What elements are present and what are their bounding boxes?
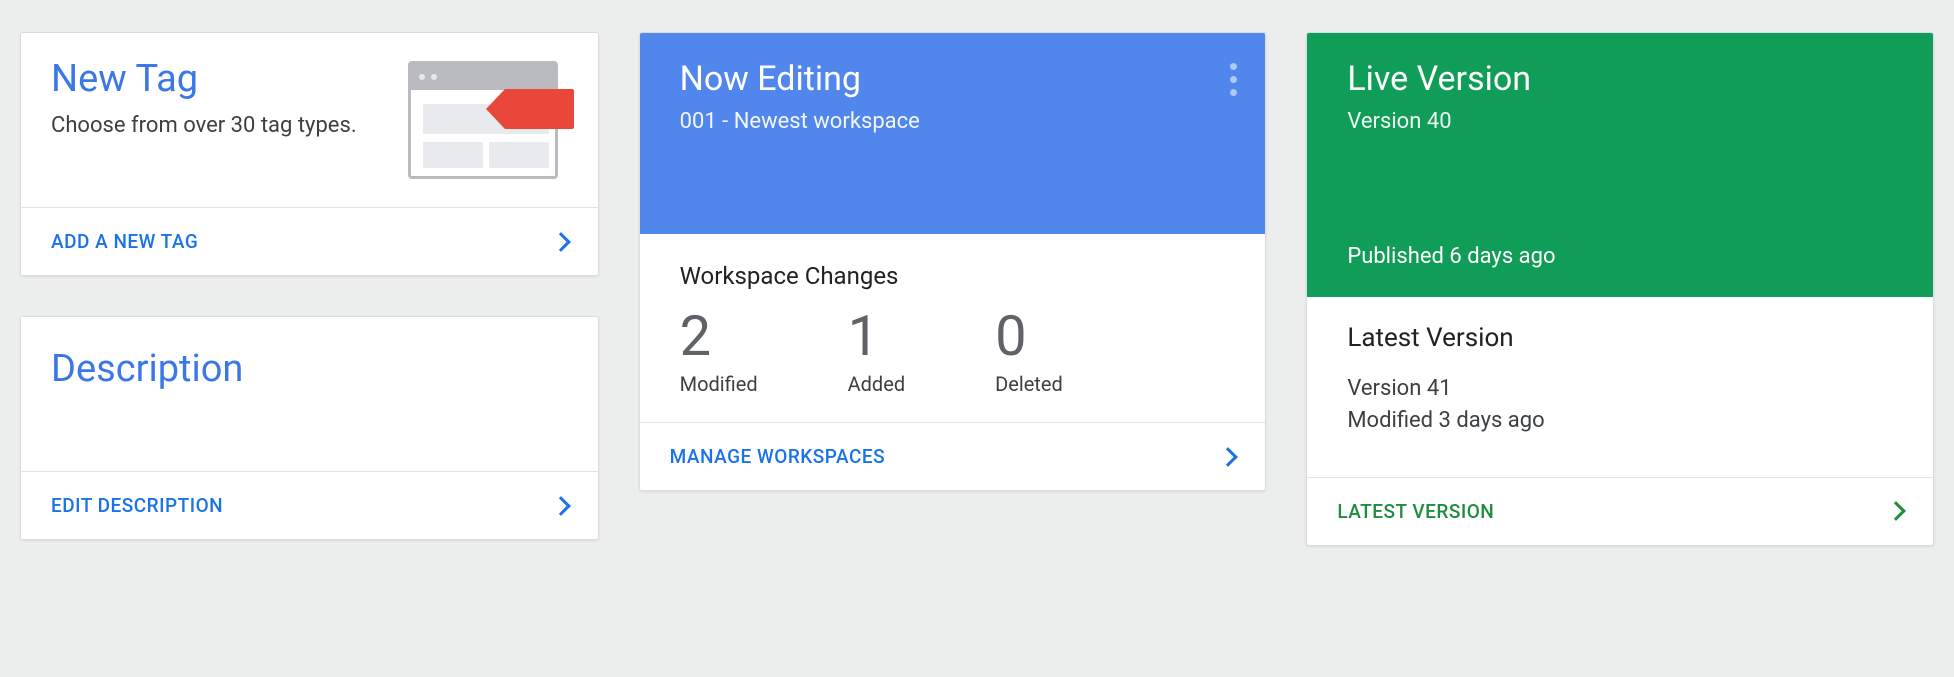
- live-version-card: Live Version Version 40 Published 6 days…: [1306, 32, 1934, 546]
- description-card: Description EDIT DESCRIPTION: [20, 316, 599, 540]
- latest-version-label: LATEST VERSION: [1337, 500, 1494, 523]
- manage-workspaces-label: MANAGE WORKSPACES: [670, 445, 886, 468]
- new-tag-subtitle: Choose from over 30 tag types.: [51, 111, 357, 142]
- added-count[interactable]: 1: [848, 308, 906, 364]
- chevron-right-icon: [1886, 501, 1906, 521]
- now-editing-card: Now Editing 001 - Newest workspace Works…: [639, 32, 1267, 491]
- description-title: Description: [51, 347, 568, 391]
- edit-description-button[interactable]: EDIT DESCRIPTION: [21, 471, 598, 539]
- now-editing-title: Now Editing: [680, 59, 1232, 99]
- edit-description-label: EDIT DESCRIPTION: [51, 494, 223, 517]
- chevron-right-icon: [1218, 447, 1238, 467]
- live-version-title: Live Version: [1347, 59, 1899, 99]
- workspace-changes-title: Workspace Changes: [680, 262, 1226, 290]
- deleted-label: Deleted: [995, 372, 1063, 396]
- latest-version-number: Version 41: [1347, 373, 1893, 405]
- latest-version-heading: Latest Version: [1347, 323, 1893, 353]
- more-menu-icon[interactable]: [1230, 63, 1237, 96]
- published-time: Published 6 days ago: [1347, 244, 1899, 269]
- added-label: Added: [848, 372, 906, 396]
- latest-version-modified: Modified 3 days ago: [1347, 405, 1893, 437]
- latest-version-button[interactable]: LATEST VERSION: [1307, 477, 1933, 545]
- new-tag-card: New Tag Choose from over 30 tag types. A…: [20, 32, 599, 276]
- add-new-tag-button[interactable]: ADD A NEW TAG: [21, 207, 598, 275]
- manage-workspaces-button[interactable]: MANAGE WORKSPACES: [640, 422, 1266, 490]
- chevron-right-icon: [551, 496, 571, 516]
- live-version-number: Version 40: [1347, 109, 1899, 134]
- add-new-tag-label: ADD A NEW TAG: [51, 230, 198, 253]
- modified-count[interactable]: 2: [680, 308, 758, 364]
- now-editing-workspace: 001 - Newest workspace: [680, 109, 1232, 134]
- tag-illustration-icon: [408, 61, 568, 181]
- deleted-count[interactable]: 0: [995, 308, 1063, 364]
- new-tag-title: New Tag: [51, 57, 357, 101]
- modified-label: Modified: [680, 372, 758, 396]
- chevron-right-icon: [551, 232, 571, 252]
